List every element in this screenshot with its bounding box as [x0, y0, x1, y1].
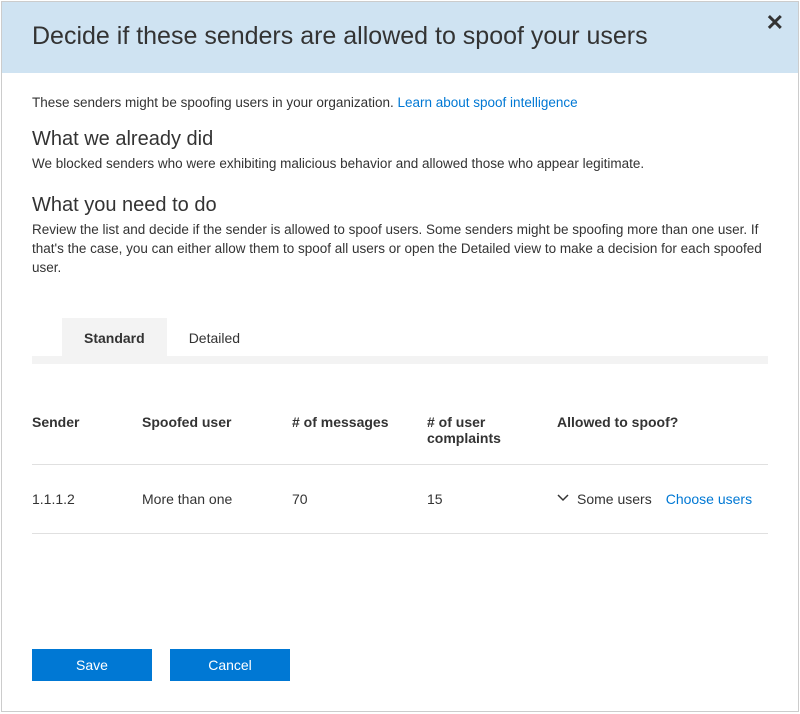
dialog-panel: Decide if these senders are allowed to s…	[1, 1, 799, 712]
cancel-button[interactable]: Cancel	[170, 649, 290, 681]
section2-text: Review the list and decide if the sender…	[32, 221, 768, 278]
col-header-spoofed: Spoofed user	[142, 414, 292, 430]
allowed-status-text: Some users	[577, 491, 652, 507]
learn-link[interactable]: Learn about spoof intelligence	[397, 95, 577, 110]
col-header-allowed: Allowed to spoof?	[557, 414, 768, 430]
col-header-complaints: # of user complaints	[427, 414, 557, 446]
section2-heading: What you need to do	[32, 194, 768, 217]
tab-standard[interactable]: Standard	[62, 318, 167, 356]
section1-heading: What we already did	[32, 128, 768, 151]
cell-spoofed: More than one	[142, 491, 292, 507]
dialog-title: Decide if these senders are allowed to s…	[32, 22, 768, 51]
dialog-content: These senders might be spoofing users in…	[2, 73, 798, 621]
tabs: Standard Detailed	[32, 318, 768, 356]
button-bar: Save Cancel	[2, 621, 798, 711]
cell-allowed: Some users Choose users	[557, 491, 768, 507]
cell-complaints: 15	[427, 491, 557, 507]
table-header-row: Sender Spoofed user # of messages # of u…	[32, 414, 768, 465]
cell-sender: 1.1.1.2	[32, 491, 142, 507]
choose-users-link[interactable]: Choose users	[666, 491, 752, 507]
section1-text: We blocked senders who were exhibiting m…	[32, 155, 768, 174]
tab-underbar	[32, 356, 768, 364]
col-header-sender: Sender	[32, 414, 142, 430]
close-icon[interactable]: ✕	[766, 12, 784, 34]
senders-table: Sender Spoofed user # of messages # of u…	[32, 414, 768, 534]
table-row: 1.1.1.2 More than one 70 15 Some users C…	[32, 465, 768, 534]
intro-text: These senders might be spoofing users in…	[32, 95, 397, 110]
chevron-down-icon[interactable]	[557, 493, 569, 505]
cell-messages: 70	[292, 491, 427, 507]
dialog-header: Decide if these senders are allowed to s…	[2, 2, 798, 73]
tab-detailed[interactable]: Detailed	[167, 318, 262, 356]
tabs-container: Standard Detailed	[32, 318, 768, 364]
save-button[interactable]: Save	[32, 649, 152, 681]
intro-paragraph: These senders might be spoofing users in…	[32, 95, 768, 110]
col-header-messages: # of messages	[292, 414, 427, 430]
